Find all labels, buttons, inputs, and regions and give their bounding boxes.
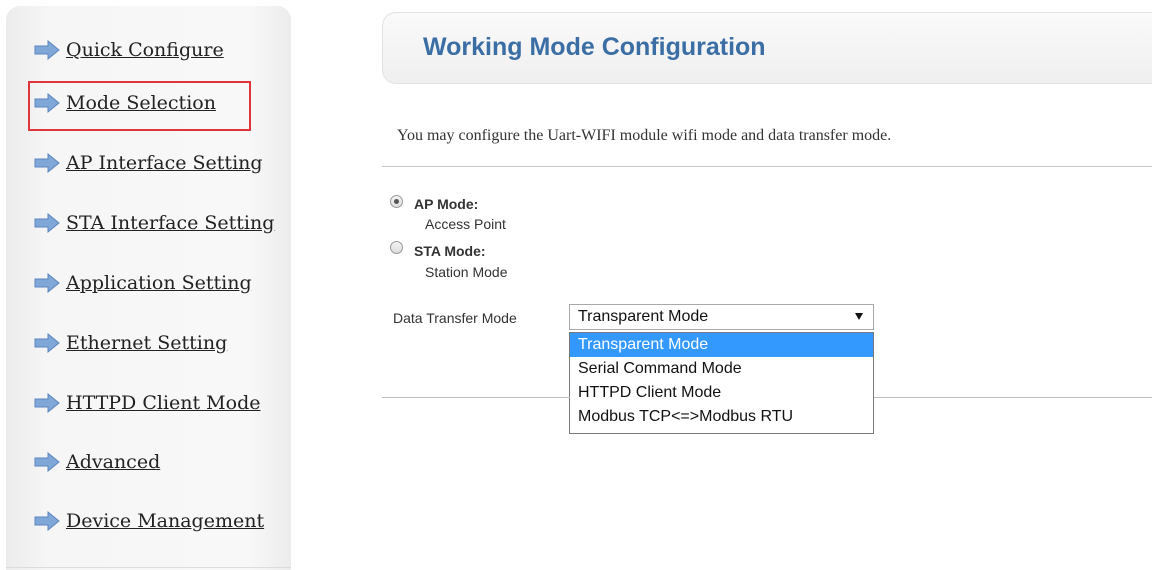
page-description: You may configure the Uart-WIFI module w… (397, 127, 892, 144)
sidebar-item-sta-interface-setting[interactable]: STA Interface Setting (34, 212, 274, 234)
sidebar-item-mode-selection[interactable]: Mode Selection (34, 92, 216, 114)
arrow-right-icon (34, 40, 60, 60)
arrow-right-icon (34, 393, 60, 413)
sidebar-item-label: AP Interface Setting (66, 152, 263, 174)
sta-mode-sublabel: Station Mode (425, 264, 508, 280)
divider (382, 166, 1152, 167)
divider (382, 397, 570, 398)
ap-mode-sublabel: Access Point (425, 216, 506, 232)
sidebar-item-label: HTTPD Client Mode (66, 392, 261, 414)
sidebar-item-label: Ethernet Setting (66, 332, 228, 354)
arrow-right-icon (34, 213, 60, 233)
option-transparent-mode[interactable]: Transparent Mode (570, 333, 873, 357)
sidebar-item-application-setting[interactable]: Application Setting (34, 272, 252, 294)
sidebar-item-label: STA Interface Setting (66, 212, 275, 234)
sidebar-item-label: Advanced (66, 451, 161, 473)
arrow-right-icon (34, 511, 60, 531)
ap-mode-radio[interactable] (390, 195, 403, 208)
sidebar-item-advanced[interactable]: Advanced (34, 451, 160, 473)
ap-mode-label: AP Mode: (414, 196, 479, 212)
radio-checked-dot (394, 199, 399, 204)
arrow-right-icon (34, 452, 60, 472)
arrow-right-icon (34, 333, 60, 353)
sidebar-item-quick-configure[interactable]: Quick Configure (34, 39, 224, 61)
arrow-right-icon (34, 93, 60, 113)
sidebar-item-ap-interface-setting[interactable]: AP Interface Setting (34, 152, 263, 174)
sidebar-item-httpd-client-mode[interactable]: HTTPD Client Mode (34, 392, 260, 414)
sidebar-item-label: Application Setting (66, 272, 252, 294)
sidebar-item-label: Quick Configure (66, 39, 224, 61)
sta-mode-radio[interactable] (390, 241, 403, 254)
data-transfer-mode-select[interactable]: Transparent Mode (569, 304, 874, 330)
data-transfer-mode-label: Data Transfer Mode (393, 310, 517, 326)
data-transfer-mode-dropdown: Transparent Mode Serial Command Mode HTT… (569, 332, 874, 434)
sidebar-item-label: Mode Selection (66, 92, 216, 114)
sta-mode-label: STA Mode: (414, 243, 486, 259)
select-value: Transparent Mode (578, 308, 709, 325)
arrow-right-icon (34, 273, 60, 293)
page-title: Working Mode Configuration (423, 33, 766, 61)
option-httpd-client-mode[interactable]: HTTPD Client Mode (570, 381, 873, 405)
divider (874, 397, 1152, 398)
sidebar-item-label: Device Management (66, 510, 265, 532)
sidebar-item-device-management[interactable]: Device Management (34, 510, 264, 532)
page-header: Working Mode Configuration (382, 12, 1152, 84)
chevron-down-icon (855, 313, 863, 320)
option-modbus-tcp-rtu[interactable]: Modbus TCP<=>Modbus RTU (570, 405, 873, 429)
arrow-right-icon (34, 153, 60, 173)
sidebar-item-ethernet-setting[interactable]: Ethernet Setting (34, 332, 227, 354)
option-serial-command-mode[interactable]: Serial Command Mode (570, 357, 873, 381)
